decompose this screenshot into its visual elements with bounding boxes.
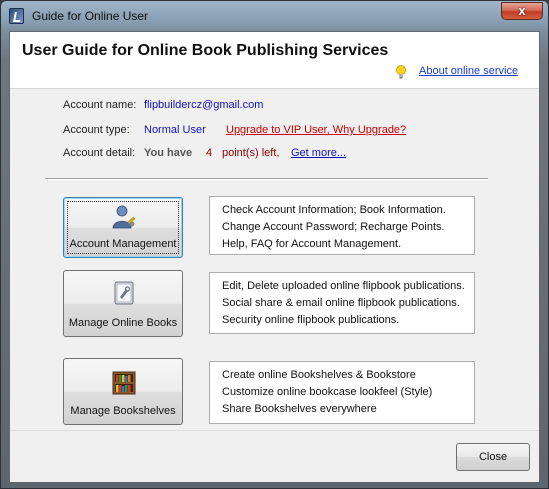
points-count: 4 <box>206 147 213 159</box>
description-line: Help, FAQ for Account Management. <box>222 238 402 250</box>
account-detail-label: Account detail: <box>63 147 136 159</box>
description-line: Change Account Password; Recharge Points… <box>222 221 445 233</box>
about-online-service-link[interactable]: About online service <box>419 65 518 77</box>
bookshelf-icon <box>112 371 136 395</box>
description-line: Create online Bookshelves & Bookstore <box>222 369 416 381</box>
footer-bar: Close <box>10 430 539 482</box>
app-icon <box>9 8 24 24</box>
user-management-icon <box>112 205 136 229</box>
title-bar[interactable]: Guide for Online User x <box>1 1 548 31</box>
description-line: Customize online bookcase lookfeel (Styl… <box>222 386 433 398</box>
header-panel: User Guide for Online Book Publishing Se… <box>10 32 539 89</box>
account-type-value: Normal User <box>144 124 206 136</box>
description-line: Security online flipbook publications. <box>222 314 400 326</box>
lightbulb-icon <box>396 65 406 79</box>
account-management-button[interactable]: Account Management <box>63 197 183 258</box>
window-frame: Guide for Online User x User Guide for O… <box>0 0 549 489</box>
description-line: Edit, Delete uploaded online flipbook pu… <box>222 280 465 292</box>
description-line: Social share & email online flipbook pub… <box>222 297 460 309</box>
upgrade-link[interactable]: Upgrade to VIP User, Why Upgrade? <box>226 124 406 136</box>
account-type-label: Account type: <box>63 124 130 136</box>
page-title: User Guide for Online Book Publishing Se… <box>22 42 389 59</box>
description-line: Share Bookshelves everywhere <box>222 403 377 415</box>
you-have-text: You have <box>144 147 193 159</box>
manage-online-books-label: Manage Online Books <box>68 317 178 329</box>
manage-online-books-button[interactable]: Manage Online Books <box>63 270 183 337</box>
manage-online-books-description: Edit, Delete uploaded online flipbook pu… <box>209 272 475 334</box>
manage-bookshelves-label: Manage Bookshelves <box>70 405 176 417</box>
account-management-description: Check Account Information; Book Informat… <box>209 196 475 255</box>
separator <box>45 178 488 180</box>
description-line: Check Account Information; Book Informat… <box>222 204 446 216</box>
account-management-label: Account Management <box>69 238 177 250</box>
client-area: User Guide for Online Book Publishing Se… <box>9 31 540 482</box>
window-title: Guide for Online User <box>32 9 149 23</box>
online-book-icon <box>114 281 134 305</box>
manage-bookshelves-button[interactable]: Manage Bookshelves <box>63 358 183 425</box>
points-suffix: point(s) left, <box>222 147 280 159</box>
manage-bookshelves-description: Create online Bookshelves & Bookstore Cu… <box>209 361 475 424</box>
account-name-label: Account name: <box>63 99 137 111</box>
account-name-value: flipbuildercz@gmail.com <box>144 99 264 111</box>
close-button[interactable]: Close <box>456 443 530 471</box>
window-close-button[interactable]: x <box>501 2 543 20</box>
get-more-link[interactable]: Get more... <box>291 147 346 159</box>
